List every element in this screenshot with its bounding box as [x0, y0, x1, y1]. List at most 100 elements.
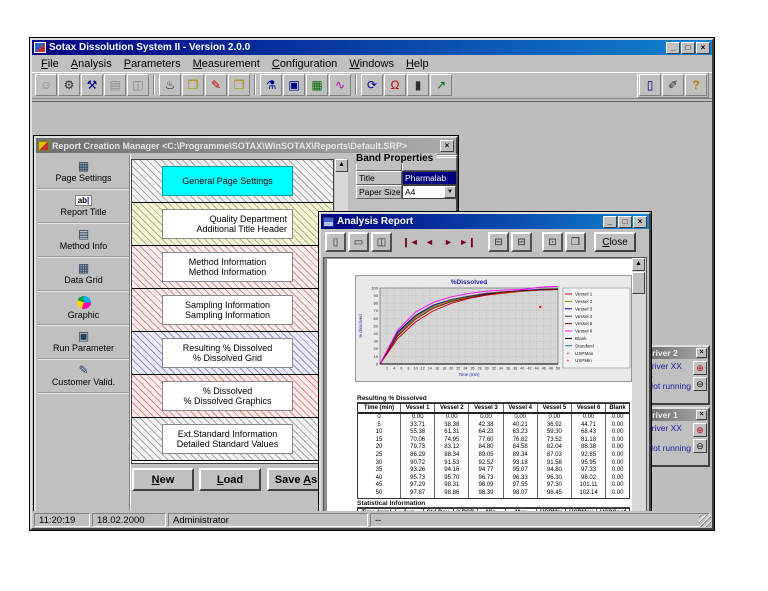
svg-text:Vessel 5: Vessel 5	[575, 321, 593, 326]
toolbar: ☺⚙⚒▤◫ ♨❒✎❐ ⚗▣▦∿ ⟳Ω▮↗ ▯✐?	[32, 72, 712, 99]
band-sampling-information[interactable]: Sampling InformationSampling Information	[132, 289, 333, 332]
close-report-button[interactable]: Close	[594, 232, 636, 252]
report-title-icon: ab|	[75, 195, 93, 206]
scroll-thumb[interactable]	[632, 272, 645, 294]
band-label-line: Ext.Standard Information	[168, 429, 287, 439]
cell: 96.30	[537, 475, 571, 483]
new-button[interactable]: New	[132, 468, 194, 491]
cell: 88.34	[435, 452, 469, 460]
table-row: 533.7138.3842.3840.2136.9244.710.00	[358, 422, 629, 430]
close-icon[interactable]: ×	[696, 348, 707, 358]
omega-icon[interactable]: Ω	[384, 74, 406, 96]
help-icon[interactable]: ?	[685, 74, 707, 96]
band-ext-standard-information[interactable]: Ext.Standard InformationDetailed Standar…	[132, 418, 333, 461]
zoom-in-icon[interactable]: ⊕	[693, 423, 707, 437]
monitor-icon[interactable]: ▣	[283, 74, 305, 96]
menu-item-configuration[interactable]: Configuration	[266, 57, 343, 71]
method-icon[interactable]: ♨	[159, 74, 181, 96]
next-page-icon[interactable]: ►	[440, 232, 457, 252]
resize-grip[interactable]	[699, 515, 711, 527]
band-label-box: Ext.Standard InformationDetailed Standar…	[162, 424, 293, 454]
sidebar-item-report-title[interactable]: ab|Report Title	[38, 189, 129, 223]
svg-text:60: 60	[374, 316, 379, 321]
zoom-in-icon[interactable]: ⊕	[693, 361, 707, 375]
cell: 89.05	[469, 452, 503, 460]
menu-item-help[interactable]: Help	[400, 57, 435, 71]
lock-icon[interactable]: ⚙	[58, 74, 80, 96]
view-page-width-icon[interactable]: ▭	[348, 232, 369, 252]
band-general-page-settings[interactable]: General Page Settings	[132, 160, 333, 203]
statistics-icon[interactable]: ↗	[430, 74, 452, 96]
sidebar-item-customer-valid[interactable]: ✎Customer Valid.	[38, 359, 129, 393]
data-grid-icon[interactable]: ▦	[306, 74, 328, 96]
menu-item-parameters[interactable]: Parameters	[118, 57, 187, 71]
cell: 0.00	[401, 413, 435, 422]
cell: 94.77	[469, 467, 503, 475]
menu-item-windows[interactable]: Windows	[343, 57, 400, 71]
last-page-icon[interactable]: ►❙	[459, 232, 476, 252]
minimize-button[interactable]: _	[666, 42, 680, 54]
sidebar-item-run-parameter[interactable]: ▣Run Parameter	[38, 325, 129, 359]
pen-icon[interactable]: ✐	[662, 74, 684, 96]
view-two-pages-icon[interactable]: ◫	[371, 232, 392, 252]
load-button[interactable]: Load	[199, 468, 261, 491]
band-method-information[interactable]: Method InformationMethod Information	[132, 246, 333, 289]
login-icon[interactable]: ☺	[35, 74, 57, 96]
prev-page-icon[interactable]: ◄	[421, 232, 438, 252]
keys-icon[interactable]: ⚒	[81, 74, 103, 96]
cell: 83.12	[435, 444, 469, 452]
first-page-icon[interactable]: ❙◄	[402, 232, 419, 252]
sidebar-item-page-settings[interactable]: ▦Page Settings	[38, 155, 129, 189]
menu-item-measurement[interactable]: Measurement	[187, 57, 266, 71]
cell: 70.06	[401, 437, 435, 445]
print-preview-icon[interactable]: ◫	[127, 74, 149, 96]
method-info-icon: ▤	[78, 228, 89, 240]
refresh-icon[interactable]: ⟳	[361, 74, 383, 96]
battery-icon[interactable]: ▮	[407, 74, 429, 96]
close-button[interactable]: ×	[696, 42, 710, 54]
close-icon[interactable]: ×	[696, 410, 707, 420]
dropdown-icon[interactable]: ▼	[444, 186, 456, 198]
band-dissolved[interactable]: % Dissolved% Dissolved Graphics	[132, 375, 333, 418]
close-button[interactable]: ×	[633, 216, 647, 228]
chart-svg: 2468101214161820222426283032343638404244…	[356, 276, 633, 383]
sidebar-item-data-grid[interactable]: ▦Data Grid	[38, 257, 129, 291]
save-icon[interactable]: ⊡	[542, 232, 563, 252]
band-quality-department[interactable]: Quality DepartmentAdditional Title Heade…	[132, 203, 333, 246]
vessel-icon[interactable]: ⚗	[260, 74, 282, 96]
open-report-icon[interactable]: ❒	[182, 74, 204, 96]
scroll-up-icon[interactable]: ▲	[632, 258, 645, 271]
svg-text:0: 0	[376, 361, 379, 366]
svg-text:30: 30	[485, 367, 489, 371]
table-row: 4095.7395.7096.7396.3396.3098.020.00	[358, 475, 629, 483]
sidebar-item-method-info[interactable]: ▤Method Info	[38, 223, 129, 257]
save-report-icon[interactable]: ❐	[228, 74, 250, 96]
chart-icon[interactable]: ∿	[329, 74, 351, 96]
sidebar-item-graphic[interactable]: Graphic	[38, 291, 129, 325]
cell: 87.03	[537, 452, 571, 460]
maximize-button[interactable]: □	[681, 42, 695, 54]
zoom-out-icon[interactable]: ⊖	[693, 377, 707, 391]
save-as-button[interactable]: Save As	[267, 468, 325, 491]
print-icon[interactable]: ▤	[104, 74, 126, 96]
scroll-up-icon[interactable]: ▲	[335, 159, 348, 172]
zoom-out-icon[interactable]: ⊖	[693, 439, 707, 453]
ar-scrollbar[interactable]: ▲ ▼	[632, 258, 646, 511]
edit-report-icon[interactable]: ✎	[205, 74, 227, 96]
menu-item-analysis[interactable]: Analysis	[65, 57, 118, 71]
notes-icon[interactable]: ▯	[639, 74, 661, 96]
column-header: USPMax	[566, 509, 597, 511]
bp-value-paper-size[interactable]: A4▼	[402, 185, 457, 199]
maximize-button[interactable]: □	[618, 216, 632, 228]
bp-value-title[interactable]: Pharmalab	[402, 171, 457, 185]
print-setup-icon[interactable]: ⊟	[488, 232, 509, 252]
view-whole-page-icon[interactable]: ▯	[325, 232, 346, 252]
band-resulting-dissolved[interactable]: Resulting % Dissolved% Dissolved Grid	[132, 332, 333, 375]
cell: 0.00	[537, 413, 571, 422]
driver-device: driver XX	[647, 423, 693, 433]
print-icon[interactable]: ⊟	[511, 232, 532, 252]
menu-item-file[interactable]: File	[35, 57, 65, 71]
cell: 25	[358, 452, 401, 460]
open-icon[interactable]: ❒	[565, 232, 586, 252]
minimize-button[interactable]: _	[603, 216, 617, 228]
